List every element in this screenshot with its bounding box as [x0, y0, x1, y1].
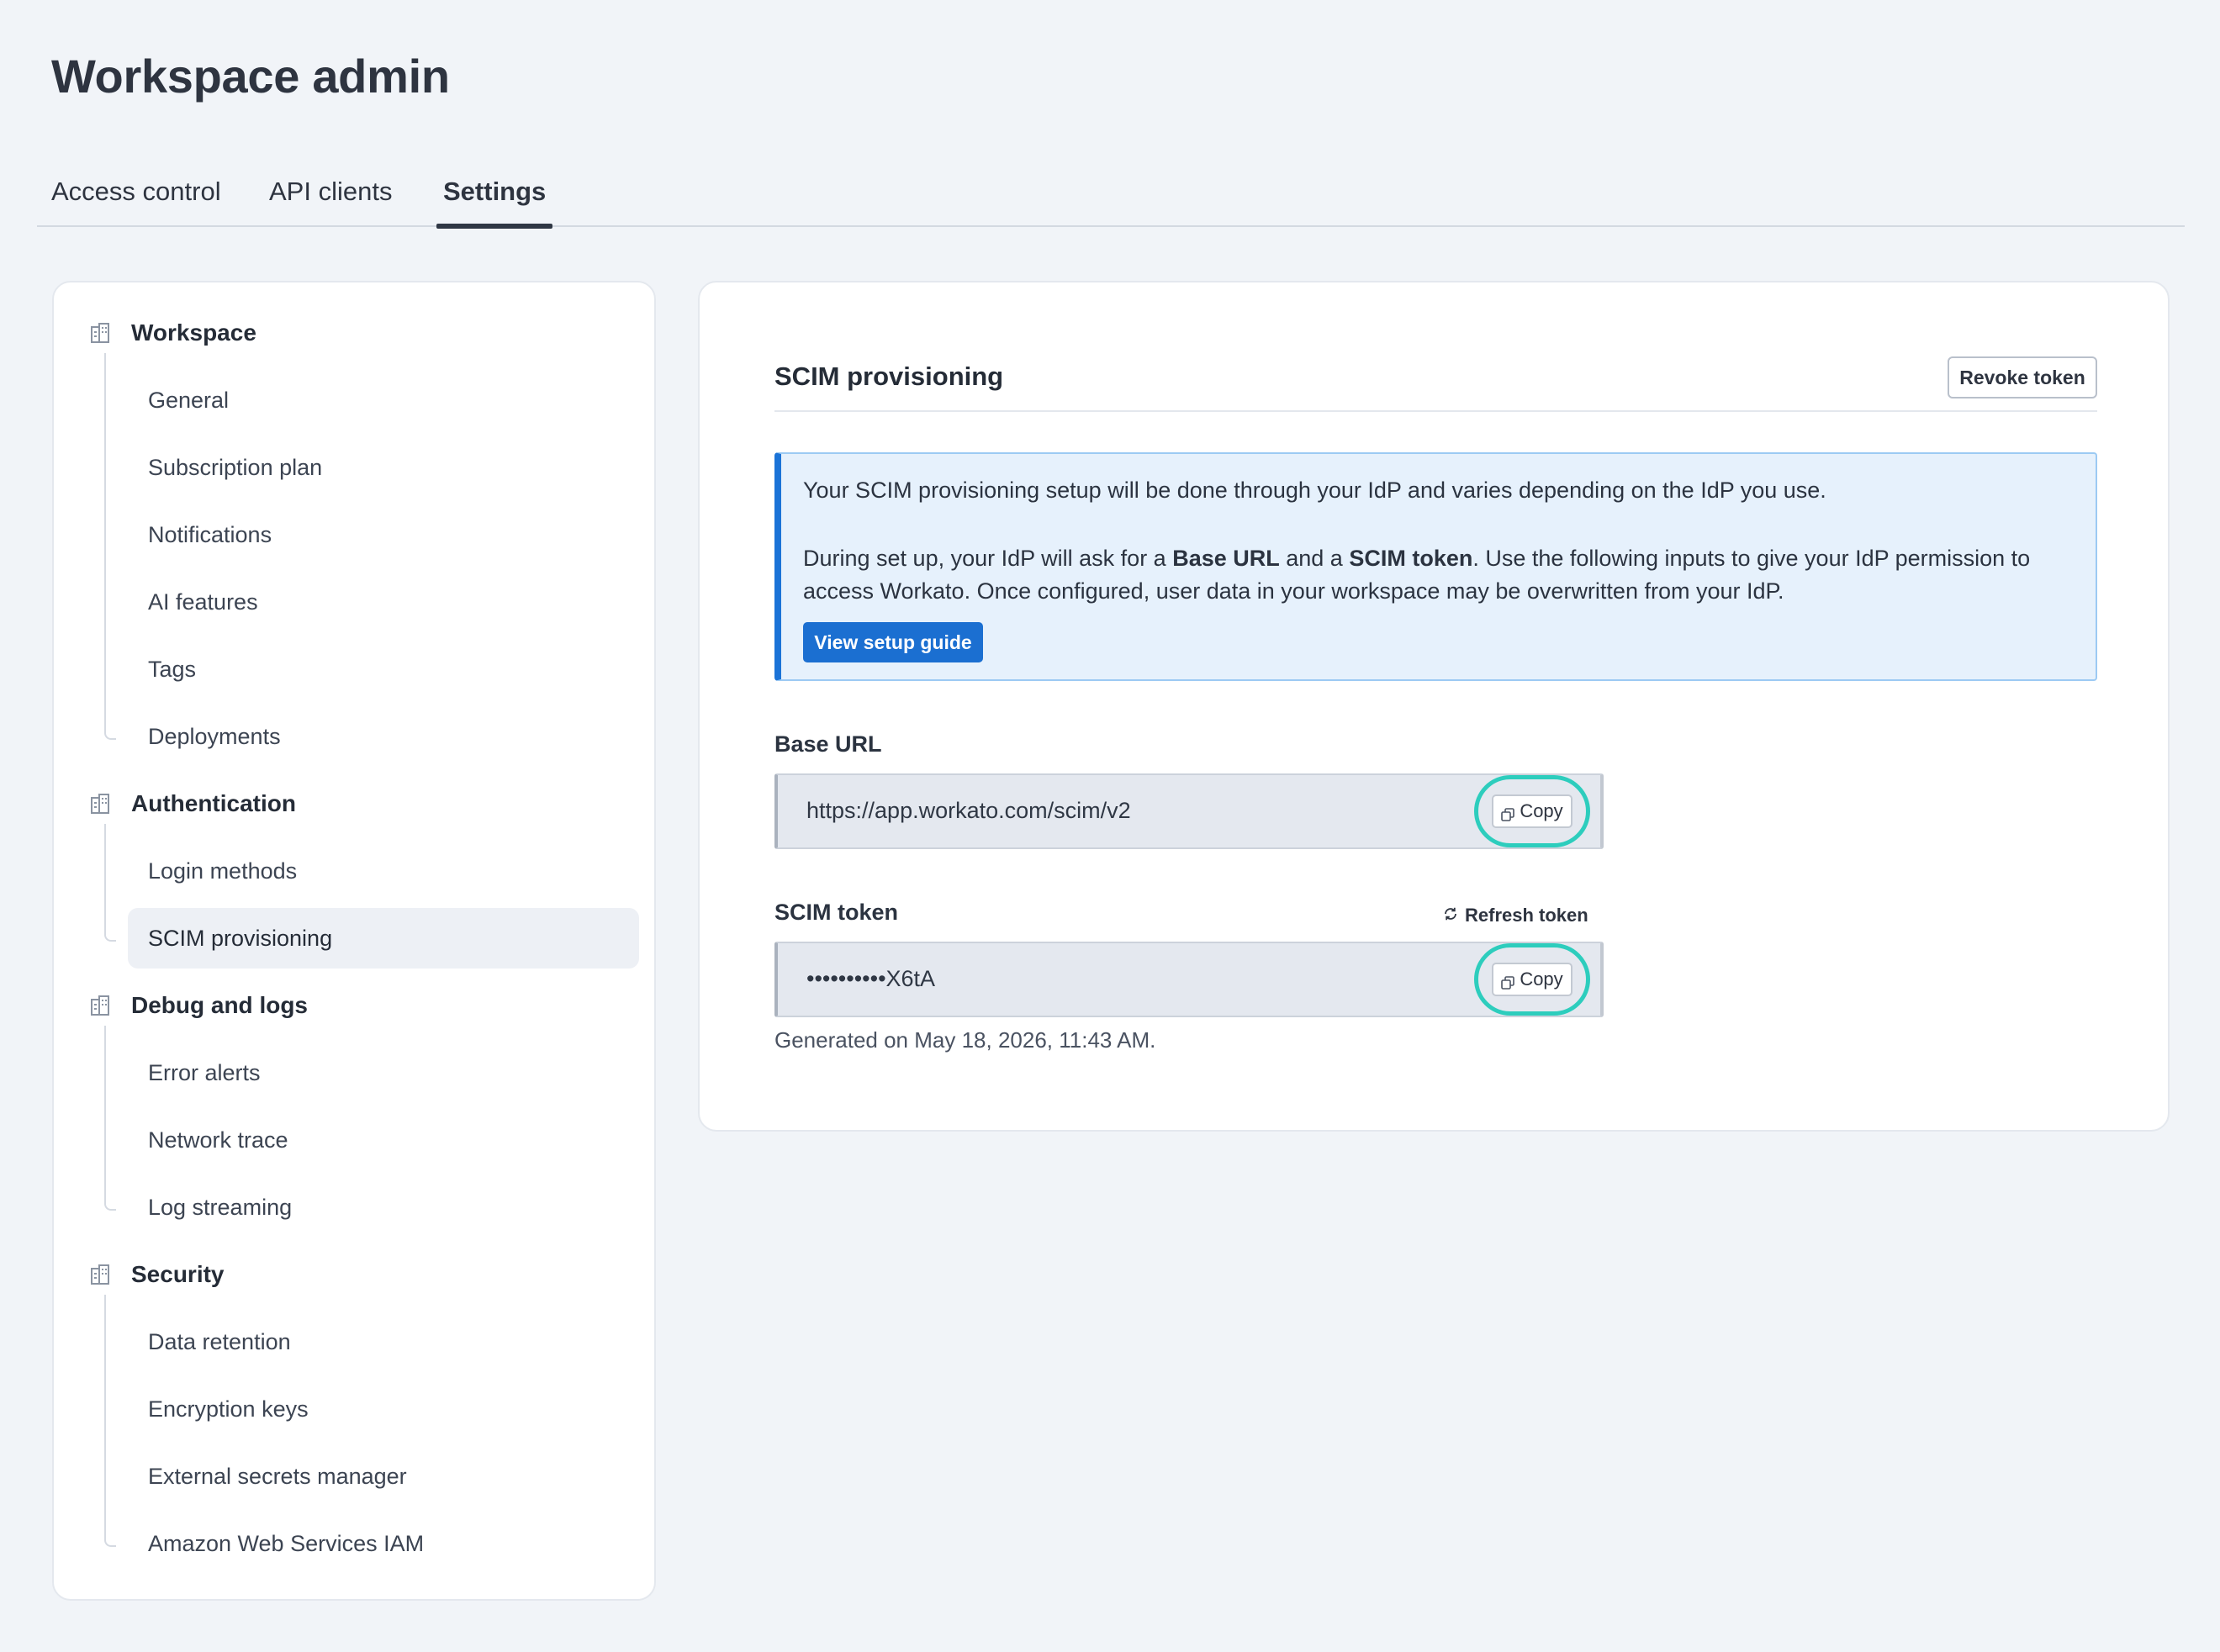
- base-url-field: https://app.workato.com/scim/v2 Copy: [774, 773, 1604, 849]
- building-icon: [91, 1264, 109, 1285]
- sidebar-item-error-alerts[interactable]: Error alerts: [128, 1042, 639, 1103]
- sidebar-item-external-secrets-manager[interactable]: External secrets manager: [128, 1446, 639, 1507]
- base-url-value[interactable]: https://app.workato.com/scim/v2: [806, 798, 1131, 824]
- sidebar-item-subscription-plan[interactable]: Subscription plan: [128, 437, 639, 498]
- copy-icon: [1501, 805, 1515, 821]
- scim-provisioning-card: SCIM provisioning Revoke token Your SCIM…: [698, 281, 2170, 1132]
- info-callout: Your SCIM provisioning setup will be don…: [774, 452, 2097, 681]
- divider: [774, 410, 2097, 412]
- copy-scim-token-button[interactable]: Copy: [1492, 963, 1572, 996]
- tree-line: [104, 1295, 116, 1547]
- refresh-icon: [1443, 905, 1458, 926]
- sidebar-item-network-trace[interactable]: Network trace: [128, 1110, 639, 1170]
- sidebar-item-encryption-keys[interactable]: Encryption keys: [128, 1379, 639, 1439]
- tree-line: [104, 353, 116, 740]
- card-title: SCIM provisioning: [774, 362, 1004, 391]
- building-icon: [91, 323, 109, 343]
- info-text: Your SCIM provisioning setup will be don…: [803, 478, 1826, 503]
- scim-token-label: SCIM token: [774, 900, 899, 925]
- tab-bar: Access control API clients Settings: [37, 168, 2185, 229]
- tab-settings[interactable]: Settings: [436, 168, 553, 229]
- sidebar-item-login-methods[interactable]: Login methods: [128, 841, 639, 901]
- settings-sidebar: Workspace General Subscription plan Noti…: [52, 281, 656, 1601]
- section-label: Authentication: [131, 790, 296, 816]
- section-label: Workspace: [131, 319, 256, 346]
- copy-label: Copy: [1520, 969, 1563, 990]
- refresh-token-button[interactable]: Refresh token: [1443, 903, 1588, 928]
- section-security: Security: [91, 1258, 225, 1291]
- refresh-label: Refresh token: [1465, 905, 1588, 926]
- tree-line: [104, 1026, 116, 1211]
- highlight-ring: Copy: [1474, 775, 1590, 847]
- scim-token-value[interactable]: ••••••••••X6tA: [806, 966, 935, 992]
- sidebar-item-log-streaming[interactable]: Log streaming: [128, 1177, 639, 1238]
- token-generated-text: Generated on May 18, 2026, 11:43 AM.: [774, 1027, 1156, 1053]
- section-authentication: Authentication: [91, 787, 296, 821]
- sidebar-item-scim-provisioning[interactable]: SCIM provisioning: [128, 908, 639, 969]
- highlight-ring: Copy: [1474, 943, 1590, 1016]
- section-debug-and-logs: Debug and logs: [91, 989, 308, 1022]
- sidebar-item-deployments[interactable]: Deployments: [128, 706, 639, 767]
- scim-token-field: ••••••••••X6tA Copy: [774, 942, 1604, 1017]
- section-workspace: Workspace: [91, 316, 256, 350]
- info-text-details: During set up, your IdP will ask for a B…: [803, 546, 2031, 604]
- sidebar-item-general[interactable]: General: [128, 370, 639, 430]
- sidebar-item-tags[interactable]: Tags: [128, 639, 639, 699]
- tree-line: [104, 824, 116, 942]
- building-icon: [91, 794, 109, 814]
- sidebar-item-ai-features[interactable]: AI features: [128, 572, 639, 632]
- copy-base-url-button[interactable]: Copy: [1492, 794, 1572, 828]
- section-label: Debug and logs: [131, 992, 308, 1018]
- tab-api-clients[interactable]: API clients: [269, 168, 392, 225]
- revoke-token-button[interactable]: Revoke token: [1948, 356, 2097, 398]
- building-icon: [91, 995, 109, 1016]
- page-title: Workspace admin: [51, 50, 450, 103]
- tab-access-control[interactable]: Access control: [51, 168, 221, 225]
- view-setup-guide-button[interactable]: View setup guide: [803, 622, 983, 662]
- sidebar-item-data-retention[interactable]: Data retention: [128, 1312, 639, 1372]
- copy-icon: [1501, 973, 1515, 990]
- sidebar-item-aws-iam[interactable]: Amazon Web Services IAM: [128, 1513, 639, 1574]
- sidebar-item-notifications[interactable]: Notifications: [128, 504, 639, 565]
- copy-label: Copy: [1520, 800, 1563, 821]
- base-url-label: Base URL: [774, 731, 882, 757]
- section-label: Security: [131, 1261, 225, 1287]
